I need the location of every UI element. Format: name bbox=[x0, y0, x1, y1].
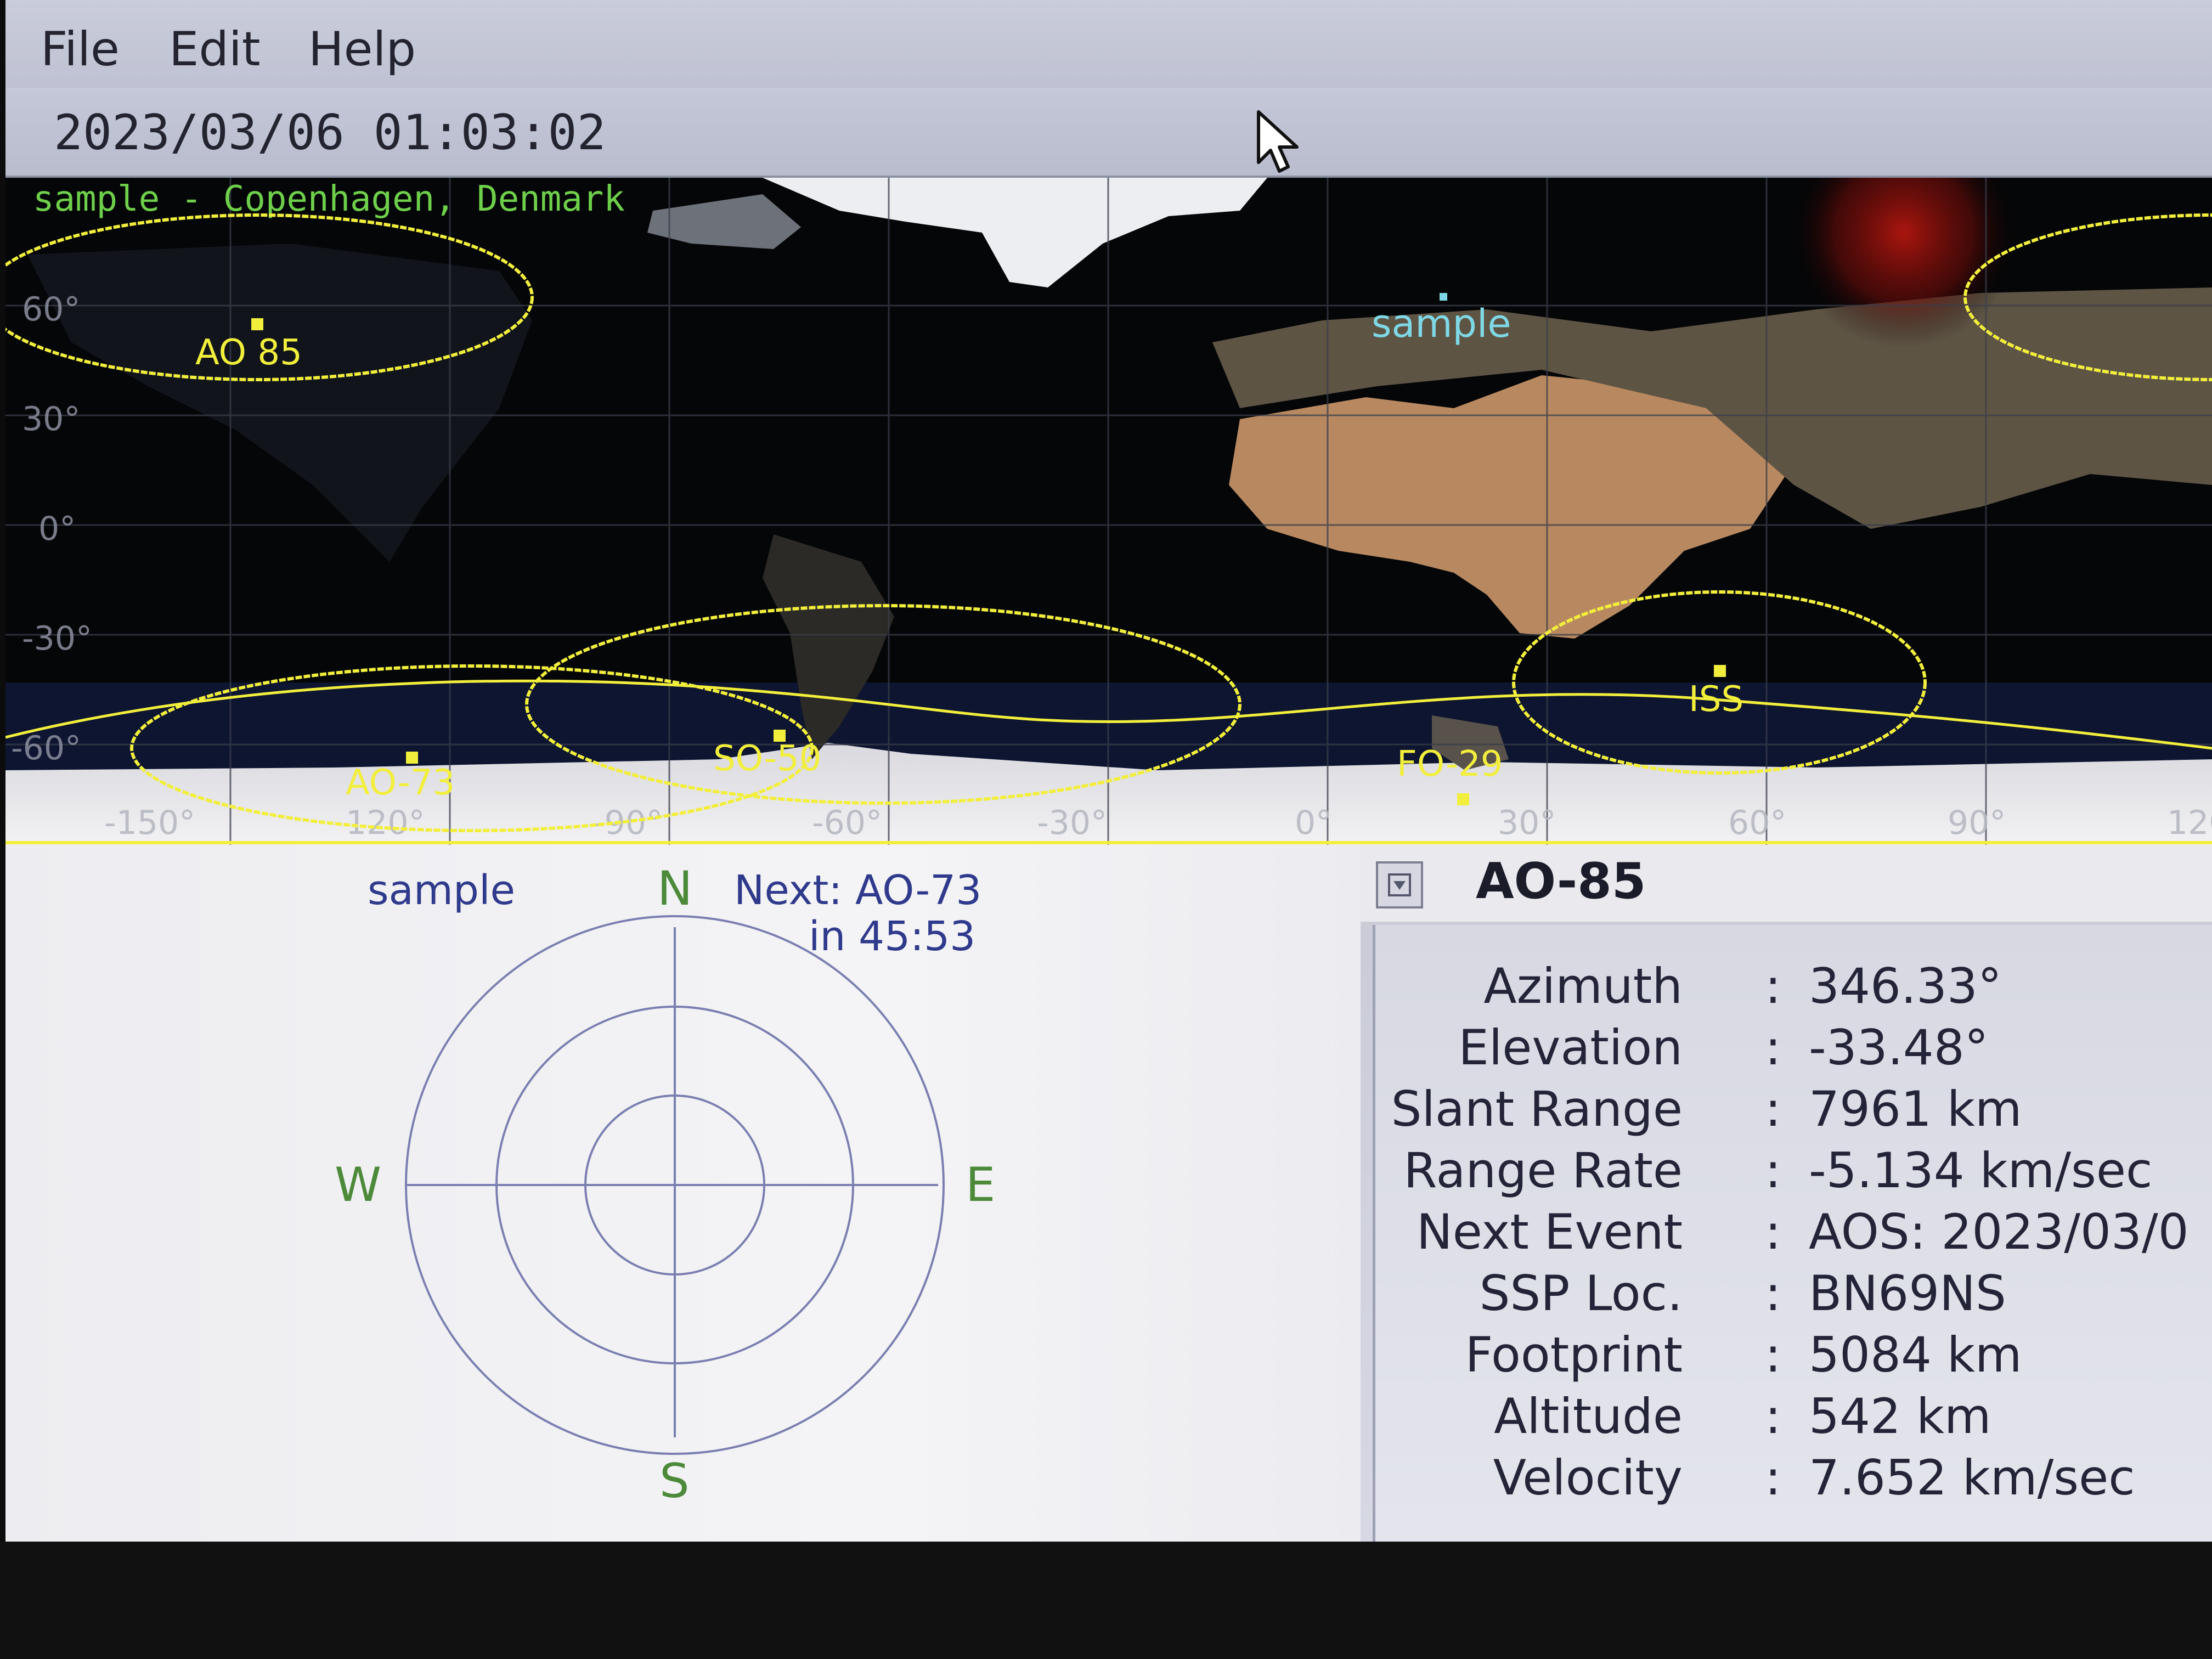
info-row-footprint: Footprint : 5084 km bbox=[1375, 1327, 2212, 1387]
polar-plot bbox=[405, 915, 945, 1455]
satellite-info-panel: AO-85 Azimuth : 346.33° Elevation : -33.… bbox=[1361, 845, 2212, 1542]
info-value: -33.48° bbox=[1809, 1019, 1989, 1076]
map-title: sample - Copenhagen, Denmark bbox=[33, 179, 625, 219]
info-value: -5.134 km/sec bbox=[1809, 1142, 2153, 1199]
sat-marker-ao85[interactable] bbox=[251, 318, 263, 330]
sat-marker-ao73[interactable] bbox=[406, 752, 418, 764]
lon-label: 90° bbox=[1948, 804, 2006, 842]
compass-west: W bbox=[335, 1158, 382, 1212]
chevron-down-icon bbox=[1388, 873, 1411, 896]
time-bar: 2023/03/06 01:03:02 bbox=[5, 88, 2212, 178]
menu-bar: File Edit Help bbox=[5, 0, 2212, 88]
sat-label-ao73[interactable]: AO-73 bbox=[346, 763, 455, 803]
lower-panels: sample Next: AO-73 in 45:53 N S E W AO-8… bbox=[5, 845, 2212, 1542]
lon-label: -60° bbox=[812, 804, 882, 842]
polar-observer: sample bbox=[368, 867, 516, 914]
observer-marker bbox=[1440, 293, 1447, 301]
info-label: Range Rate bbox=[1403, 1142, 1683, 1199]
info-value: 7.652 km/sec bbox=[1809, 1449, 2135, 1506]
menu-edit[interactable]: Edit bbox=[169, 22, 261, 77]
info-separator: : bbox=[1765, 1204, 1781, 1260]
info-separator: : bbox=[1765, 1265, 1781, 1322]
lon-label: 120° bbox=[346, 804, 425, 842]
lon-label: -150° bbox=[104, 804, 195, 842]
info-label: Slant Range bbox=[1391, 1081, 1683, 1137]
screen-bezel bbox=[0, 1542, 2212, 1659]
info-value: 346.33° bbox=[1809, 958, 2002, 1014]
info-label: SSP Loc. bbox=[1479, 1265, 1683, 1322]
info-label: Next Event bbox=[1416, 1204, 1683, 1260]
gpredict-window: File Edit Help 2023/03/06 01:03:02 60° 3… bbox=[5, 0, 2212, 1542]
info-row-ssp-loc: SSP Loc. : BN69NS bbox=[1375, 1265, 2212, 1325]
info-row-slant-range: Slant Range : 7961 km bbox=[1375, 1081, 2212, 1141]
info-separator: : bbox=[1765, 1081, 1781, 1137]
clock-display: 2023/03/06 01:03:02 bbox=[54, 104, 606, 161]
selected-satellite-name: AO-85 bbox=[1476, 853, 1646, 910]
info-separator: : bbox=[1765, 1142, 1781, 1199]
sat-label-fo29[interactable]: FO-29 bbox=[1397, 744, 1503, 785]
lat-label: 60° bbox=[22, 290, 80, 329]
polar-view[interactable]: sample Next: AO-73 in 45:53 N S E W bbox=[5, 845, 1361, 1542]
compass-east: E bbox=[966, 1158, 996, 1212]
lat-label: -30° bbox=[22, 619, 92, 658]
info-row-range-rate: Range Rate : -5.134 km/sec bbox=[1375, 1142, 2212, 1203]
info-row-altitude: Altitude : 542 km bbox=[1375, 1388, 2212, 1448]
info-value: 5084 km bbox=[1809, 1327, 2022, 1383]
lon-label: -30° bbox=[1037, 804, 1107, 842]
info-label: Velocity bbox=[1493, 1449, 1683, 1506]
info-value: BN69NS bbox=[1809, 1265, 2006, 1322]
info-separator: : bbox=[1765, 1327, 1781, 1383]
compass-south: S bbox=[659, 1454, 690, 1509]
info-row-next-event: Next Event : AOS: 2023/03/0 bbox=[1375, 1204, 2212, 1264]
sat-marker-iss[interactable] bbox=[1714, 665, 1726, 677]
info-label: Altitude bbox=[1494, 1388, 1683, 1444]
info-value: AOS: 2023/03/0 bbox=[1809, 1204, 2189, 1260]
observer-label: sample bbox=[1372, 301, 1511, 346]
info-value: 542 km bbox=[1809, 1388, 1991, 1444]
info-separator: : bbox=[1765, 1019, 1781, 1076]
lon-label: 30° bbox=[1498, 804, 1556, 842]
satellite-select-button[interactable] bbox=[1376, 861, 1423, 909]
lon-label: 60° bbox=[1728, 804, 1786, 842]
menu-file[interactable]: File bbox=[41, 22, 120, 77]
lon-label: 0° bbox=[1295, 804, 1332, 842]
compass-north: N bbox=[657, 861, 693, 916]
info-row-velocity: Velocity : 7.652 km/sec bbox=[1375, 1449, 2212, 1510]
info-label: Azimuth bbox=[1483, 958, 1683, 1014]
info-label: Elevation bbox=[1458, 1019, 1683, 1076]
lat-label: 0° bbox=[38, 510, 76, 548]
lat-label: -60° bbox=[11, 729, 81, 768]
info-separator: : bbox=[1765, 1449, 1781, 1506]
sat-label-iss[interactable]: ISS bbox=[1689, 679, 1743, 720]
info-label: Footprint bbox=[1465, 1327, 1683, 1383]
lon-label: 120° bbox=[2167, 804, 2212, 842]
mouse-pointer-icon bbox=[1257, 110, 1299, 173]
info-table: Azimuth : 346.33° Elevation : -33.48° Sl… bbox=[1373, 925, 2212, 1542]
info-value: 7961 km bbox=[1809, 1081, 2022, 1137]
lat-label: 30° bbox=[22, 400, 80, 438]
sat-label-ao85[interactable]: AO 85 bbox=[195, 332, 302, 373]
next-pass-label: Next: AO-73 bbox=[734, 867, 982, 914]
info-separator: : bbox=[1765, 1388, 1781, 1444]
sat-marker-fo29[interactable] bbox=[1457, 793, 1469, 805]
info-header: AO-85 bbox=[1361, 845, 2212, 922]
sat-label-so50[interactable]: SO-50 bbox=[713, 738, 821, 779]
info-separator: : bbox=[1765, 958, 1781, 1014]
world-map[interactable]: 60° 30° 0° -30° -60° -150° 120° -90° -60… bbox=[5, 178, 2212, 845]
info-row-azimuth: Azimuth : 346.33° bbox=[1375, 958, 2212, 1018]
menu-help[interactable]: Help bbox=[308, 22, 416, 77]
info-row-elevation: Elevation : -33.48° bbox=[1375, 1019, 2212, 1080]
